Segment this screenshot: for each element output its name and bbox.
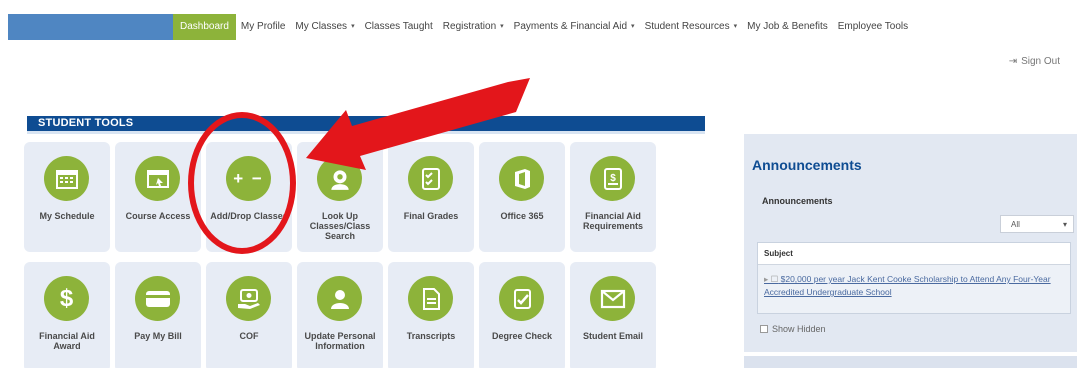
chevron-down-icon: ▾	[1062, 219, 1067, 229]
expand-checkbox-icon[interactable]: ▸ ☐	[764, 274, 778, 284]
next-panel-edge	[744, 356, 1077, 368]
show-hidden-toggle[interactable]: Show Hidden	[760, 324, 826, 334]
annotation-arrow-shape	[306, 78, 530, 170]
filter-value: All	[1011, 219, 1020, 229]
announcement-link-text[interactable]: $20,000 per year Jack Kent Cooke Scholar…	[764, 274, 1051, 297]
announcements-table: Subject ▸ ☐ $20,000 per year Jack Kent C…	[757, 242, 1071, 314]
announcements-title: Announcements	[752, 157, 862, 173]
show-hidden-checkbox[interactable]	[760, 325, 768, 333]
announcements-subtitle: Announcements	[762, 196, 833, 206]
subject-column-header[interactable]: Subject	[758, 243, 1070, 265]
announcement-item[interactable]: ▸ ☐ $20,000 per year Jack Kent Cooke Sch…	[764, 273, 1068, 299]
show-hidden-label: Show Hidden	[772, 324, 826, 334]
announcements-filter-select[interactable]: All ▾	[1000, 215, 1074, 233]
